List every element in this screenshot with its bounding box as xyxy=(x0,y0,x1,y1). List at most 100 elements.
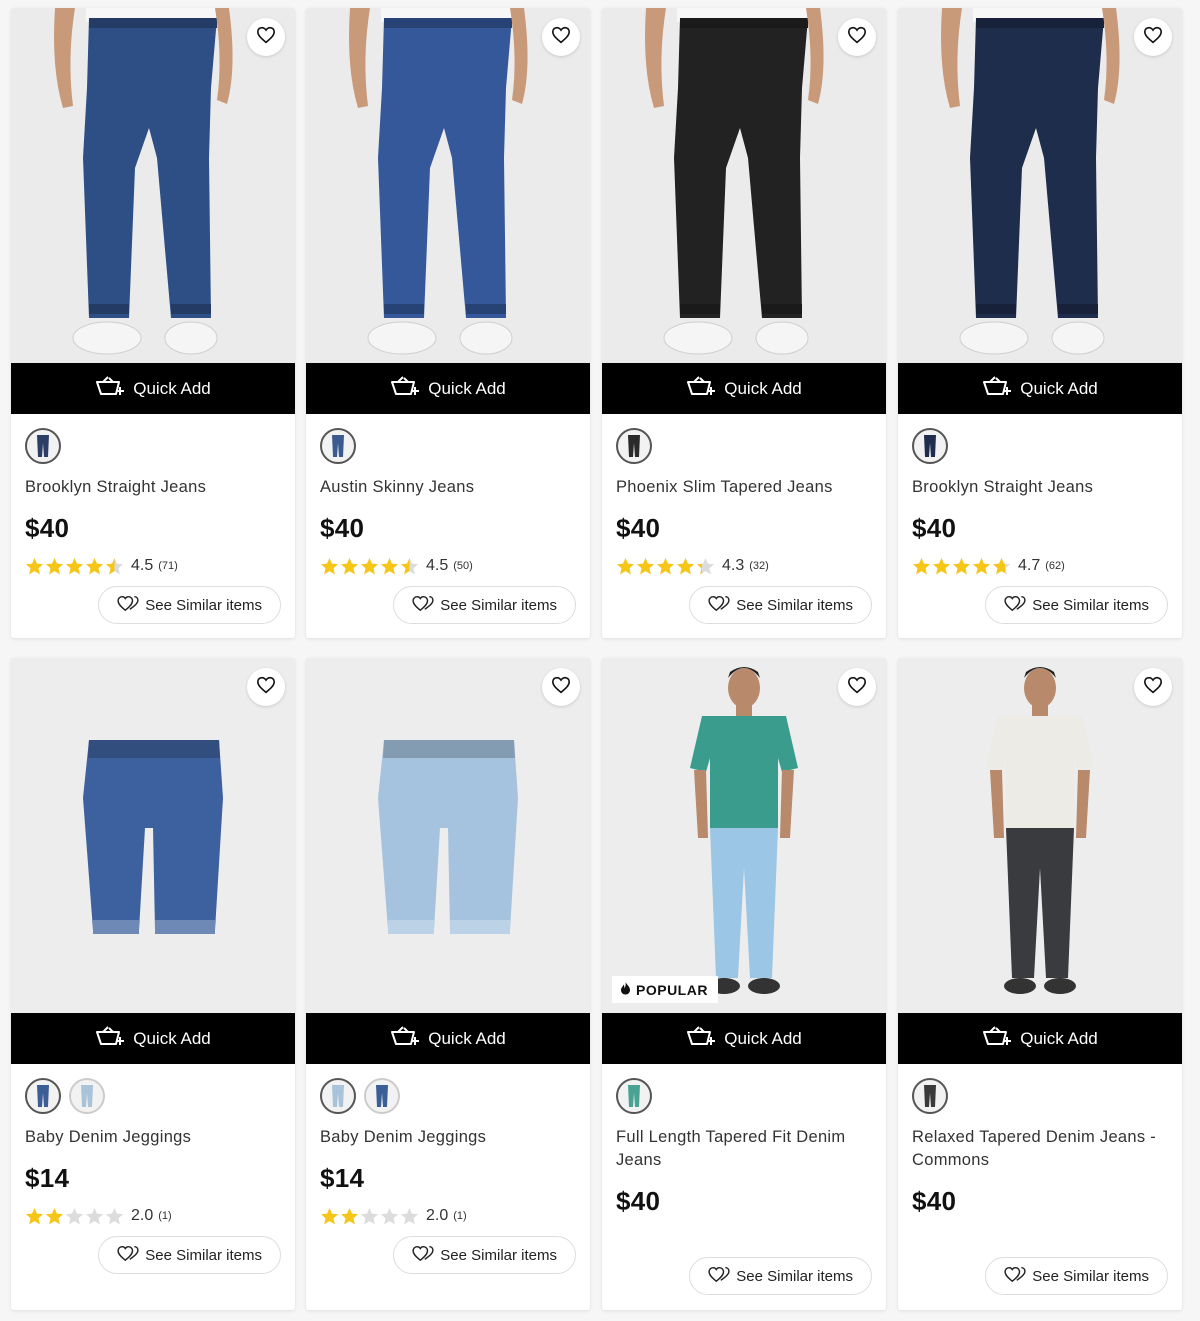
product-card[interactable]: Quick Add Brooklyn Straight Jeans $40 4.7 (6… xyxy=(898,8,1182,638)
quick-add-label: Quick Add xyxy=(1020,378,1098,398)
product-name[interactable]: Phoenix Slim Tapered Jeans xyxy=(616,476,872,499)
product-image xyxy=(11,658,295,1013)
see-similar-button[interactable]: See Similar items xyxy=(985,586,1168,624)
color-swatch[interactable] xyxy=(912,428,948,464)
color-swatches xyxy=(320,1078,576,1114)
rating-value: 4.5 xyxy=(131,557,154,574)
color-swatch[interactable] xyxy=(320,428,356,464)
color-swatch[interactable] xyxy=(320,1078,356,1114)
quick-add-button[interactable]: Quick Add xyxy=(11,1013,295,1064)
color-swatch[interactable] xyxy=(616,428,652,464)
product-image xyxy=(306,8,590,363)
product-card[interactable]: Quick Add Phoenix Slim Tapered Jeans $40 4.… xyxy=(602,8,886,638)
quick-add-button[interactable]: Quick Add xyxy=(898,1013,1182,1064)
product-image xyxy=(11,8,295,363)
rating-value: 2.0 xyxy=(426,1207,449,1224)
similar-hearts-icon xyxy=(708,594,730,616)
product-price: $40 xyxy=(616,513,661,543)
product-image-container[interactable] xyxy=(11,658,295,1013)
color-swatch[interactable] xyxy=(25,1078,61,1114)
review-count: (62) xyxy=(1045,560,1065,572)
product-name[interactable]: Brooklyn Straight Jeans xyxy=(25,476,281,499)
product-image-container[interactable] xyxy=(11,8,295,363)
color-swatch[interactable] xyxy=(25,428,61,464)
product-name[interactable]: Full Length Tapered Fit Denim Jeans xyxy=(616,1126,872,1172)
product-rating: 4.3 (32) xyxy=(616,556,872,576)
color-swatch[interactable] xyxy=(364,1078,400,1114)
basket-icon xyxy=(390,1025,420,1052)
quick-add-label: Quick Add xyxy=(428,378,506,398)
star-icon xyxy=(380,557,399,574)
product-name[interactable]: Baby Denim Jeggings xyxy=(25,1126,281,1149)
product-name[interactable]: Baby Denim Jeggings xyxy=(320,1126,576,1149)
product-price: $40 xyxy=(912,1186,957,1216)
color-swatch[interactable] xyxy=(616,1078,652,1114)
color-swatch[interactable] xyxy=(912,1078,948,1114)
product-name[interactable]: Brooklyn Straight Jeans xyxy=(912,476,1168,499)
star-icon xyxy=(400,557,419,574)
wishlist-heart-button[interactable] xyxy=(1134,18,1172,56)
product-card[interactable]: Quick Add Austin Skinny Jeans $40 4.5 (50) Se… xyxy=(306,8,590,638)
color-swatch[interactable] xyxy=(69,1078,105,1114)
see-similar-label: See Similar items xyxy=(440,1246,557,1264)
wishlist-heart-button[interactable] xyxy=(1134,668,1172,706)
product-price: $14 xyxy=(25,1163,70,1193)
wishlist-heart-button[interactable] xyxy=(247,668,285,706)
color-swatches xyxy=(25,428,281,464)
quick-add-button[interactable]: Quick Add xyxy=(306,1013,590,1064)
product-card[interactable]: POPULAR Quick Add Full Length Tapered Fit … xyxy=(602,658,886,1310)
see-similar-label: See Similar items xyxy=(736,1267,853,1285)
wishlist-heart-button[interactable] xyxy=(247,18,285,56)
wishlist-heart-button[interactable] xyxy=(838,668,876,706)
product-card[interactable]: Quick Add Brooklyn Straight Jeans $40 4.5 (7… xyxy=(11,8,295,638)
quick-add-button[interactable]: Quick Add xyxy=(11,363,295,414)
see-similar-label: See Similar items xyxy=(736,596,853,614)
product-card[interactable]: Quick Add Relaxed Tapered Denim Jeans - C… xyxy=(898,658,1182,1310)
star-icon xyxy=(932,557,951,574)
star-icon xyxy=(105,557,124,574)
see-similar-label: See Similar items xyxy=(1032,596,1149,614)
color-swatches xyxy=(320,428,576,464)
product-card[interactable]: Quick Add Baby Denim Jeggings $14 2.0 (1) See… xyxy=(306,658,590,1310)
wishlist-heart-button[interactable] xyxy=(838,18,876,56)
star-icon xyxy=(25,1207,44,1224)
product-name[interactable]: Relaxed Tapered Denim Jeans - Commons xyxy=(912,1126,1168,1172)
see-similar-button[interactable]: See Similar items xyxy=(689,586,872,624)
quick-add-button[interactable]: Quick Add xyxy=(602,363,886,414)
similar-hearts-icon xyxy=(117,1244,139,1266)
star-icon xyxy=(25,557,44,574)
product-price: $40 xyxy=(25,513,70,543)
review-count: (50) xyxy=(453,560,473,572)
star-icon xyxy=(85,557,104,574)
see-similar-button[interactable]: See Similar items xyxy=(393,586,576,624)
flame-icon xyxy=(620,981,631,998)
product-card[interactable]: Quick Add Baby Denim Jeggings $14 2.0 (1) See… xyxy=(11,658,295,1310)
quick-add-button[interactable]: Quick Add xyxy=(602,1013,886,1064)
star-icon xyxy=(972,557,991,574)
product-info: Full Length Tapered Fit Denim Jeans $40 xyxy=(602,1064,886,1217)
quick-add-button[interactable]: Quick Add xyxy=(306,363,590,414)
see-similar-button[interactable]: See Similar items xyxy=(98,1236,281,1274)
quick-add-button[interactable]: Quick Add xyxy=(898,363,1182,414)
star-icon xyxy=(65,557,84,574)
wishlist-heart-button[interactable] xyxy=(542,668,580,706)
wishlist-heart-button[interactable] xyxy=(542,18,580,56)
see-similar-button[interactable]: See Similar items xyxy=(985,1257,1168,1295)
similar-hearts-icon xyxy=(412,1244,434,1266)
product-name[interactable]: Austin Skinny Jeans xyxy=(320,476,576,499)
product-price: $40 xyxy=(616,1186,661,1216)
star-icon xyxy=(360,1207,379,1224)
product-image-container[interactable] xyxy=(898,658,1182,1013)
product-image-container[interactable] xyxy=(306,658,590,1013)
rating-value: 4.5 xyxy=(426,557,449,574)
see-similar-button[interactable]: See Similar items xyxy=(689,1257,872,1295)
basket-icon xyxy=(982,1025,1012,1052)
product-image-container[interactable] xyxy=(306,8,590,363)
see-similar-button[interactable]: See Similar items xyxy=(98,586,281,624)
product-image-container[interactable] xyxy=(898,8,1182,363)
product-image-container[interactable]: POPULAR xyxy=(602,658,886,1013)
product-image-container[interactable] xyxy=(602,8,886,363)
see-similar-button[interactable]: See Similar items xyxy=(393,1236,576,1274)
basket-icon xyxy=(686,1025,716,1052)
product-image xyxy=(602,8,886,363)
